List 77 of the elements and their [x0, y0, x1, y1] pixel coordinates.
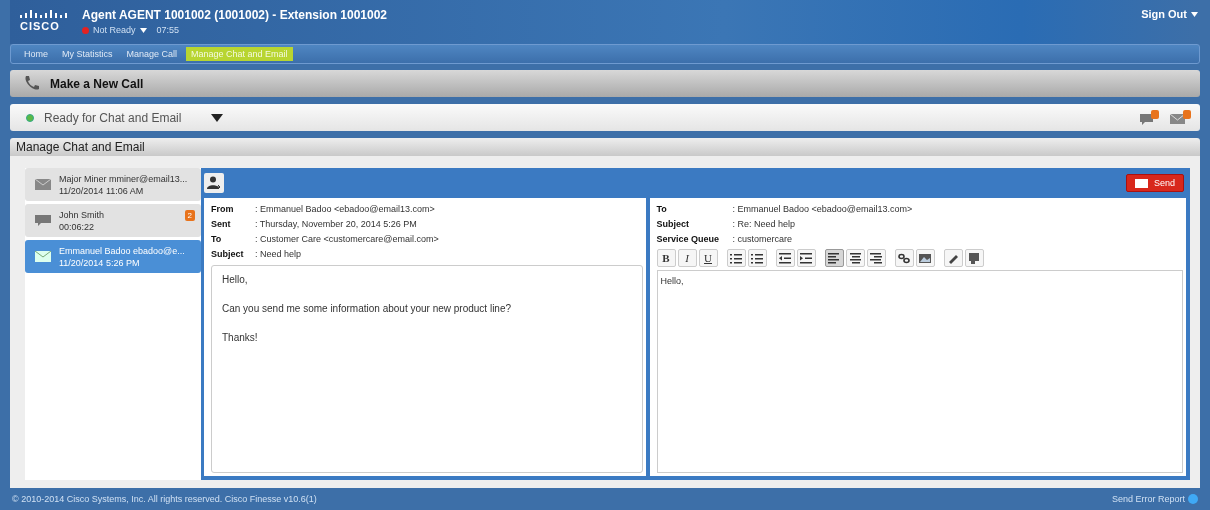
reply-text: Hello,	[660, 276, 684, 286]
field-label: Subject	[211, 248, 245, 261]
send-button[interactable]: Send	[1125, 174, 1184, 192]
copyright-text: © 2010-2014 Cisco Systems, Inc. All rights reserved. Cisco Finesse v10.6(1)	[12, 494, 317, 504]
logo-icon	[20, 8, 70, 18]
format-button[interactable]: U	[698, 249, 718, 267]
field-label: From	[211, 203, 235, 216]
numbers-button[interactable]	[747, 249, 767, 267]
indent-button[interactable]	[796, 249, 816, 267]
bullets-icon	[730, 252, 743, 264]
media-state-dropdown[interactable]: Ready for Chat and Email	[44, 110, 182, 125]
align-right-icon	[870, 252, 883, 264]
nav-tab[interactable]: My Statistics	[57, 47, 118, 61]
conversation-item[interactable]: John Smith 00:06:22 2	[25, 204, 201, 237]
conversation-name: John Smith	[59, 208, 105, 221]
message-paragraph: Thanks!	[222, 332, 259, 343]
message-paragraph: Hello,	[222, 274, 249, 285]
outdent-icon	[779, 252, 792, 264]
make-call-label: Make a New Call	[50, 76, 144, 91]
help-icon	[1188, 494, 1198, 504]
conversation-time: 11/20/2014 5:26 PM	[59, 256, 141, 269]
align-center-button[interactable]	[845, 249, 865, 267]
conversation-item[interactable]: Major Miner mminer@email13... 11/20/2014 11:06 AM	[25, 168, 201, 201]
nav-tab[interactable]: Home	[19, 47, 53, 61]
format-button[interactable]: B	[656, 249, 676, 267]
conversation-item[interactable]: Emmanuel Badoo ebadoo@e... 11/20/2014 5:26 PM	[25, 240, 201, 273]
status-dot-icon	[82, 26, 89, 34]
send-error-report-link[interactable]: Send Error Report	[1111, 494, 1198, 504]
agent-title: Agent AGENT 1001002 (1001002) - Extension 1001002	[82, 8, 388, 22]
section-title: Manage Chat and Email	[16, 140, 145, 154]
nav-tab[interactable]: Manage Call	[121, 47, 183, 61]
person-arrow-icon	[207, 176, 221, 190]
unread-badge: 2	[184, 210, 195, 221]
field-value: : Emmanuel Badoo <ebadoo@email13.com>	[255, 203, 435, 216]
field-value: : customercare	[732, 233, 793, 246]
mail-badge-icon	[1170, 109, 1192, 126]
conversation-name: Emmanuel Badoo ebadoo@e...	[59, 244, 185, 257]
field-value: : Customer Care <customercare@email.com>	[255, 233, 439, 246]
image-icon	[919, 252, 932, 264]
field-value: : Thursday, November 20, 2014 5:26 PM	[255, 218, 417, 231]
numbers-icon	[751, 252, 764, 264]
bullets-button[interactable]	[726, 249, 746, 267]
field-value: : Emmanuel Badoo <ebadoo@email13.com>	[732, 203, 913, 216]
transfer-button[interactable]	[204, 173, 224, 193]
caret-icon	[139, 27, 147, 33]
field-value: : Need help	[255, 248, 302, 261]
link-icon	[898, 252, 911, 264]
agent-state-dropdown[interactable]: Not Ready	[93, 25, 147, 35]
align-center-icon	[849, 252, 862, 264]
make-call-bar[interactable]: Make a New Call	[10, 70, 1200, 97]
align-left-icon	[828, 252, 841, 264]
chat-icon	[35, 214, 51, 227]
outdent-button[interactable]	[775, 249, 795, 267]
sign-out-button[interactable]: Sign Out	[1141, 8, 1198, 20]
format-button[interactable]: I	[677, 249, 697, 267]
chat-badge-icon	[1140, 109, 1160, 126]
align-left-button[interactable]	[824, 249, 844, 267]
ready-dot-icon	[26, 113, 34, 122]
field-label: Subject	[656, 218, 691, 231]
logo-text: CISCO	[20, 20, 61, 32]
field-label: To	[656, 203, 668, 216]
conversation-name: Major Miner mminer@email13...	[59, 172, 188, 185]
dropdown-arrow-icon[interactable]	[211, 113, 224, 122]
indent-icon	[800, 252, 813, 264]
field-value: : Re: Need help	[732, 218, 796, 231]
field-label: To	[211, 233, 223, 246]
conversation-time: 11/20/2014 11:06 AM	[59, 184, 145, 197]
align-right-button[interactable]	[866, 249, 886, 267]
reply-editor[interactable]: Hello,	[656, 270, 1183, 473]
caret-icon	[1191, 11, 1198, 17]
state-timer: 07:55	[156, 25, 180, 35]
conversation-time: 00:06:22	[59, 220, 96, 233]
message-paragraph: Can you send me some information about your new product line?	[222, 303, 513, 314]
field-label: Service Queue	[656, 233, 721, 246]
image-button[interactable]	[915, 249, 935, 267]
field-label: Sent	[211, 218, 232, 231]
link-button[interactable]	[894, 249, 914, 267]
